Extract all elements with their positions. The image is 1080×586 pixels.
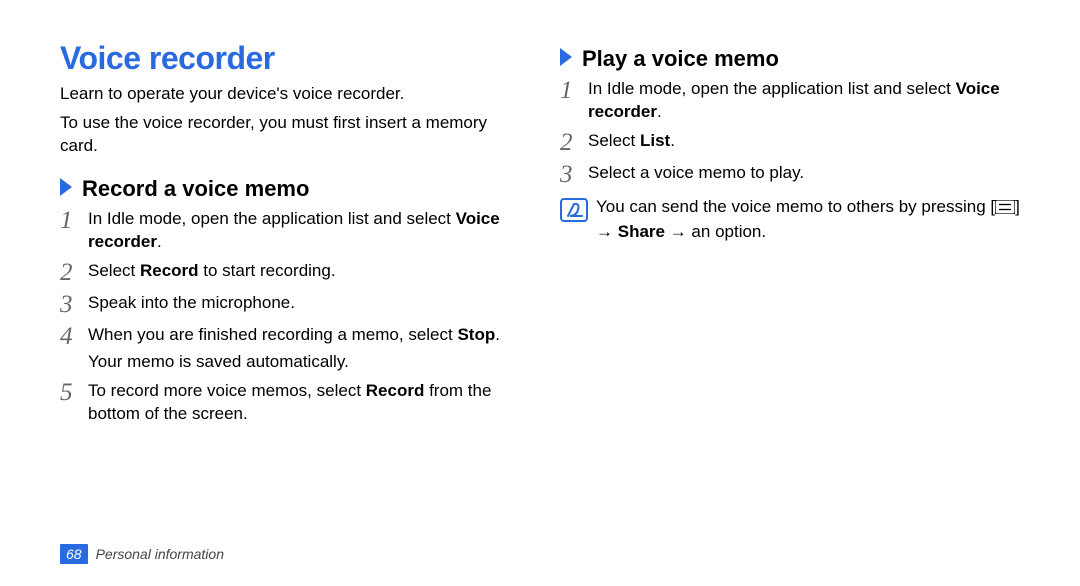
step-body: Select Record to start recording. [88,260,520,283]
text: When you are finished recording a memo, … [88,325,457,344]
step-number: 3 [560,162,588,188]
step-body: To record more voice memos, select Recor… [88,380,520,426]
right-step-3: 3 Select a voice memo to play. [560,162,1020,188]
left-step-3: 3 Speak into the microphone. [60,292,520,318]
page-footer: 68 Personal information [60,544,224,564]
chevron-right-icon [60,178,74,200]
info-note: You can send the voice memo to others by… [560,196,1020,244]
left-step-1: 1 In Idle mode, open the application lis… [60,208,520,254]
step-body: In Idle mode, open the application list … [588,78,1020,124]
left-step-2: 2 Select Record to start recording. [60,260,520,286]
text: . [157,232,162,251]
text: to start recording. [199,261,336,280]
intro-line-2: To use the voice recorder, you must firs… [60,112,520,158]
right-step-1: 1 In Idle mode, open the application lis… [560,78,1020,124]
text: In Idle mode, open the application list … [588,79,956,98]
left-step-5: 5 To record more voice memos, select Rec… [60,380,520,426]
bold-text: Stop [457,325,495,344]
step-number: 1 [560,78,588,104]
text: Select [588,131,640,150]
step-number: 4 [60,324,88,350]
right-column: Play a voice memo 1 In Idle mode, open t… [560,40,1020,586]
step-number: 1 [60,208,88,234]
left-column: Voice recorder Learn to operate your dev… [60,40,520,586]
bold-text: Share [618,222,665,241]
play-heading: Play a voice memo [560,46,1020,72]
left-step-4: 4 When you are finished recording a memo… [60,324,520,374]
text: In Idle mode, open the application list … [88,209,456,228]
page-title: Voice recorder [60,40,520,77]
text: → an option. [665,222,766,241]
text: . [670,131,675,150]
step-body: Speak into the microphone. [88,292,520,315]
step-body: Select List. [588,130,1020,153]
bold-text: Record [140,261,199,280]
right-step-2: 2 Select List. [560,130,1020,156]
text: To record more voice memos, select [88,381,366,400]
record-heading-text: Record a voice memo [82,176,309,202]
sub-text: Your memo is saved automatically. [88,351,520,374]
menu-icon [995,198,1015,221]
text: . [657,102,662,121]
bold-text: Record [366,381,425,400]
bold-text: List [640,131,670,150]
step-number: 2 [60,260,88,286]
record-heading: Record a voice memo [60,176,520,202]
note-icon [560,198,590,222]
text: . [495,325,500,344]
manual-page: Voice recorder Learn to operate your dev… [0,0,1080,586]
text: Select [88,261,140,280]
note-body: You can send the voice memo to others by… [596,196,1020,244]
play-heading-text: Play a voice memo [582,46,779,72]
page-number: 68 [60,544,88,564]
step-body: When you are finished recording a memo, … [88,324,520,374]
step-body: Select a voice memo to play. [588,162,1020,185]
step-number: 3 [60,292,88,318]
section-name: Personal information [96,546,224,562]
step-body: In Idle mode, open the application list … [88,208,520,254]
intro-line-1: Learn to operate your device's voice rec… [60,83,520,106]
step-number: 2 [560,130,588,156]
text: You can send the voice memo to others by… [596,197,995,216]
chevron-right-icon [560,48,574,70]
step-number: 5 [60,380,88,406]
